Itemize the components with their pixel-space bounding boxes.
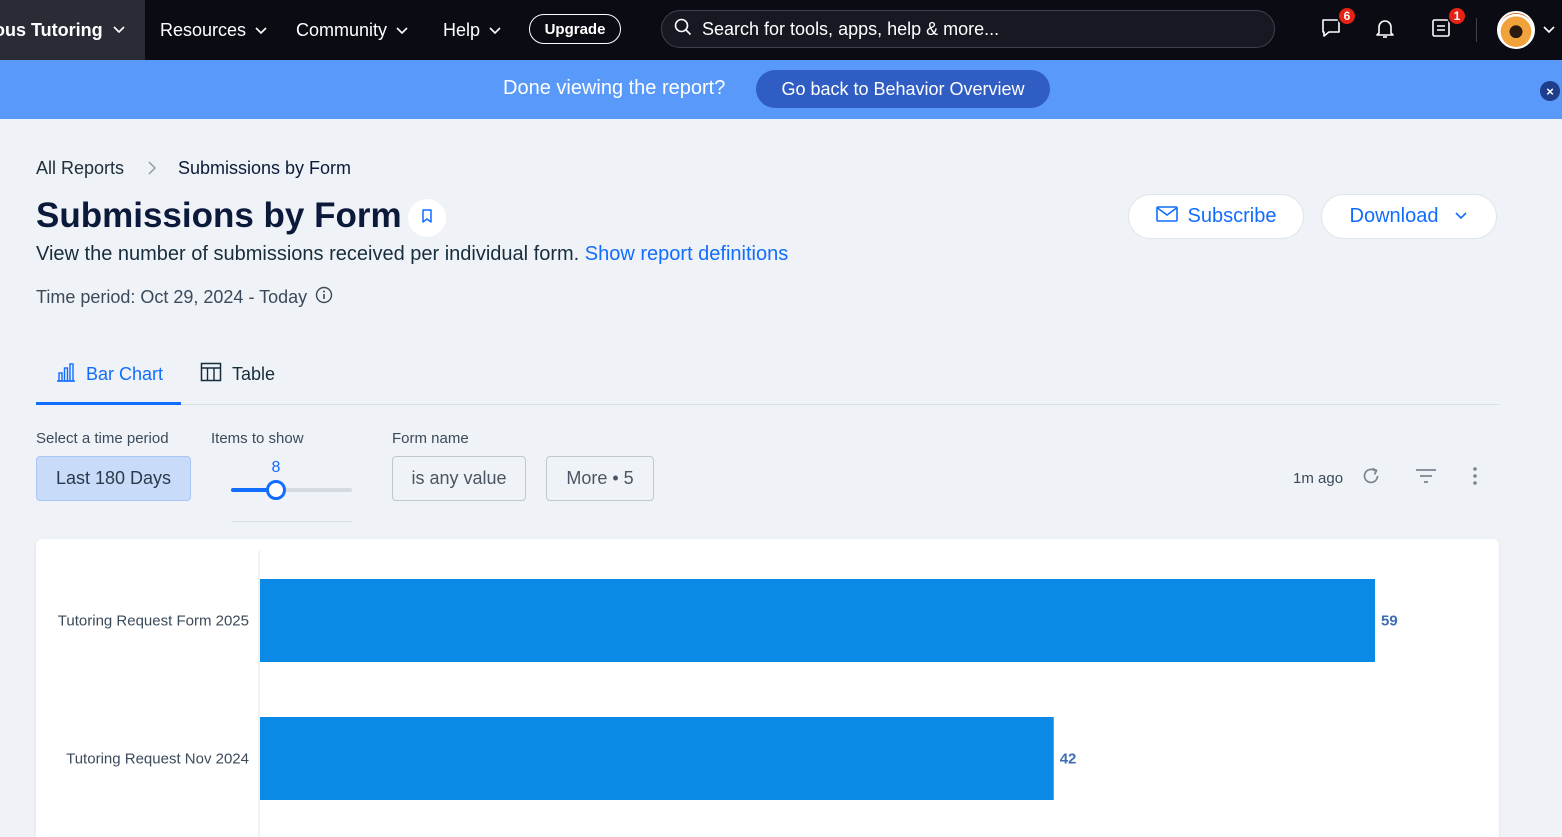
form-name-select[interactable]: is any value bbox=[392, 456, 526, 501]
topbar-divider bbox=[1476, 18, 1477, 42]
bell-icon bbox=[1373, 16, 1397, 45]
banner-text: Done viewing the report? bbox=[503, 77, 726, 99]
report-description: View the number of submissions received … bbox=[36, 243, 788, 266]
chevron-right-icon bbox=[146, 160, 158, 181]
messages-button[interactable]: 6 bbox=[1317, 6, 1357, 44]
envelope-icon bbox=[1155, 205, 1178, 228]
time-period: Time period: Oct 29, 2024 - Today bbox=[36, 286, 333, 309]
download-label: Download bbox=[1349, 205, 1439, 227]
tab-table-label: Table bbox=[232, 364, 276, 384]
items-to-show-label: Items to show bbox=[211, 430, 304, 447]
time-period-text: Time period: Oct 29, 2024 - Today bbox=[36, 287, 308, 307]
more-actions-button[interactable] bbox=[1463, 466, 1487, 490]
bookmark-icon bbox=[420, 208, 434, 229]
chevron-down-icon bbox=[488, 23, 502, 37]
report-banner: Done viewing the report? Go back to Beha… bbox=[0, 60, 1562, 119]
chart-data-label: 59 bbox=[1381, 613, 1398, 630]
info-icon[interactable] bbox=[315, 286, 333, 309]
chevron-down-icon[interactable] bbox=[1542, 22, 1556, 41]
page-title: Submissions by Form bbox=[36, 196, 402, 235]
items-slider-handle[interactable] bbox=[265, 480, 286, 500]
subscribe-label: Subscribe bbox=[1187, 205, 1277, 227]
top-bar: ous Tutoring Resources Community Help Up… bbox=[0, 0, 1562, 60]
tasks-button[interactable]: 1 bbox=[1427, 6, 1467, 44]
nav-resources-label: Resources bbox=[160, 19, 247, 40]
filter-icon bbox=[1415, 468, 1437, 489]
bar-chart: Tutoring Request Form 2025 59 Tutoring Req… bbox=[58, 551, 1398, 837]
upgrade-button[interactable]: Upgrade bbox=[529, 14, 621, 44]
nav-help[interactable]: Help bbox=[443, 0, 502, 60]
table-icon bbox=[200, 362, 222, 387]
chart-category-label: Tutoring Request Nov 2024 bbox=[66, 751, 249, 768]
tab-table[interactable]: Table bbox=[200, 362, 275, 387]
back-to-overview-button[interactable]: Go back to Behavior Overview bbox=[756, 70, 1050, 108]
refresh-button[interactable] bbox=[1359, 466, 1383, 490]
last-updated: 1m ago bbox=[1293, 470, 1344, 487]
nav-resources[interactable]: Resources bbox=[160, 0, 268, 60]
search-input[interactable] bbox=[702, 18, 1262, 40]
subscribe-button[interactable]: Subscribe bbox=[1128, 194, 1304, 239]
avatar[interactable] bbox=[1497, 11, 1535, 49]
search-icon bbox=[674, 18, 692, 41]
tabs-divider bbox=[36, 404, 1499, 405]
bar-chart-icon bbox=[56, 362, 76, 387]
chart-category-label: Tutoring Request Form 2025 bbox=[58, 613, 249, 630]
breadcrumb-all-reports[interactable]: All Reports bbox=[36, 158, 124, 179]
site-selector[interactable]: ous Tutoring bbox=[0, 0, 145, 60]
chevron-down-icon bbox=[254, 23, 268, 37]
show-definitions-link[interactable]: Show report definitions bbox=[585, 243, 788, 265]
close-icon[interactable]: × bbox=[1540, 81, 1560, 101]
messages-badge: 6 bbox=[1337, 6, 1357, 26]
search-bar[interactable] bbox=[661, 10, 1275, 48]
chevron-down-icon bbox=[112, 22, 126, 36]
items-slider-value: 8 bbox=[271, 459, 281, 476]
more-filters-button[interactable]: More • 5 bbox=[546, 456, 654, 501]
chevron-down-icon bbox=[1454, 205, 1468, 228]
slider-underline bbox=[231, 521, 352, 522]
refresh-icon bbox=[1361, 466, 1381, 491]
chart-bar[interactable] bbox=[260, 579, 1375, 662]
tab-bar-chart-label: Bar Chart bbox=[86, 364, 164, 384]
bookmark-button[interactable] bbox=[408, 199, 446, 237]
tab-active-indicator bbox=[36, 402, 181, 405]
time-period-select[interactable]: Last 180 Days bbox=[36, 456, 191, 501]
breadcrumb-current: Submissions by Form bbox=[178, 158, 352, 178]
tab-bar-chart[interactable]: Bar Chart bbox=[56, 362, 163, 387]
nav-help-label: Help bbox=[443, 19, 481, 40]
form-name-label: Form name bbox=[392, 430, 469, 447]
filter-button[interactable] bbox=[1414, 466, 1438, 490]
time-period-label: Select a time period bbox=[36, 430, 169, 447]
more-vertical-icon bbox=[1472, 466, 1478, 491]
description-text: View the number of submissions received … bbox=[36, 243, 580, 265]
site-name: ous Tutoring bbox=[0, 19, 103, 40]
nav-community-label: Community bbox=[296, 19, 388, 40]
chart-bar[interactable] bbox=[260, 717, 1054, 800]
chart-card: Tutoring Request Form 2025 59 Tutoring Req… bbox=[36, 539, 1499, 837]
notifications-button[interactable] bbox=[1371, 16, 1399, 44]
chevron-down-icon bbox=[395, 23, 409, 37]
download-button[interactable]: Download bbox=[1321, 194, 1497, 239]
chart-data-label: 42 bbox=[1060, 751, 1077, 768]
tasks-badge: 1 bbox=[1447, 6, 1467, 26]
nav-community[interactable]: Community bbox=[296, 0, 409, 60]
